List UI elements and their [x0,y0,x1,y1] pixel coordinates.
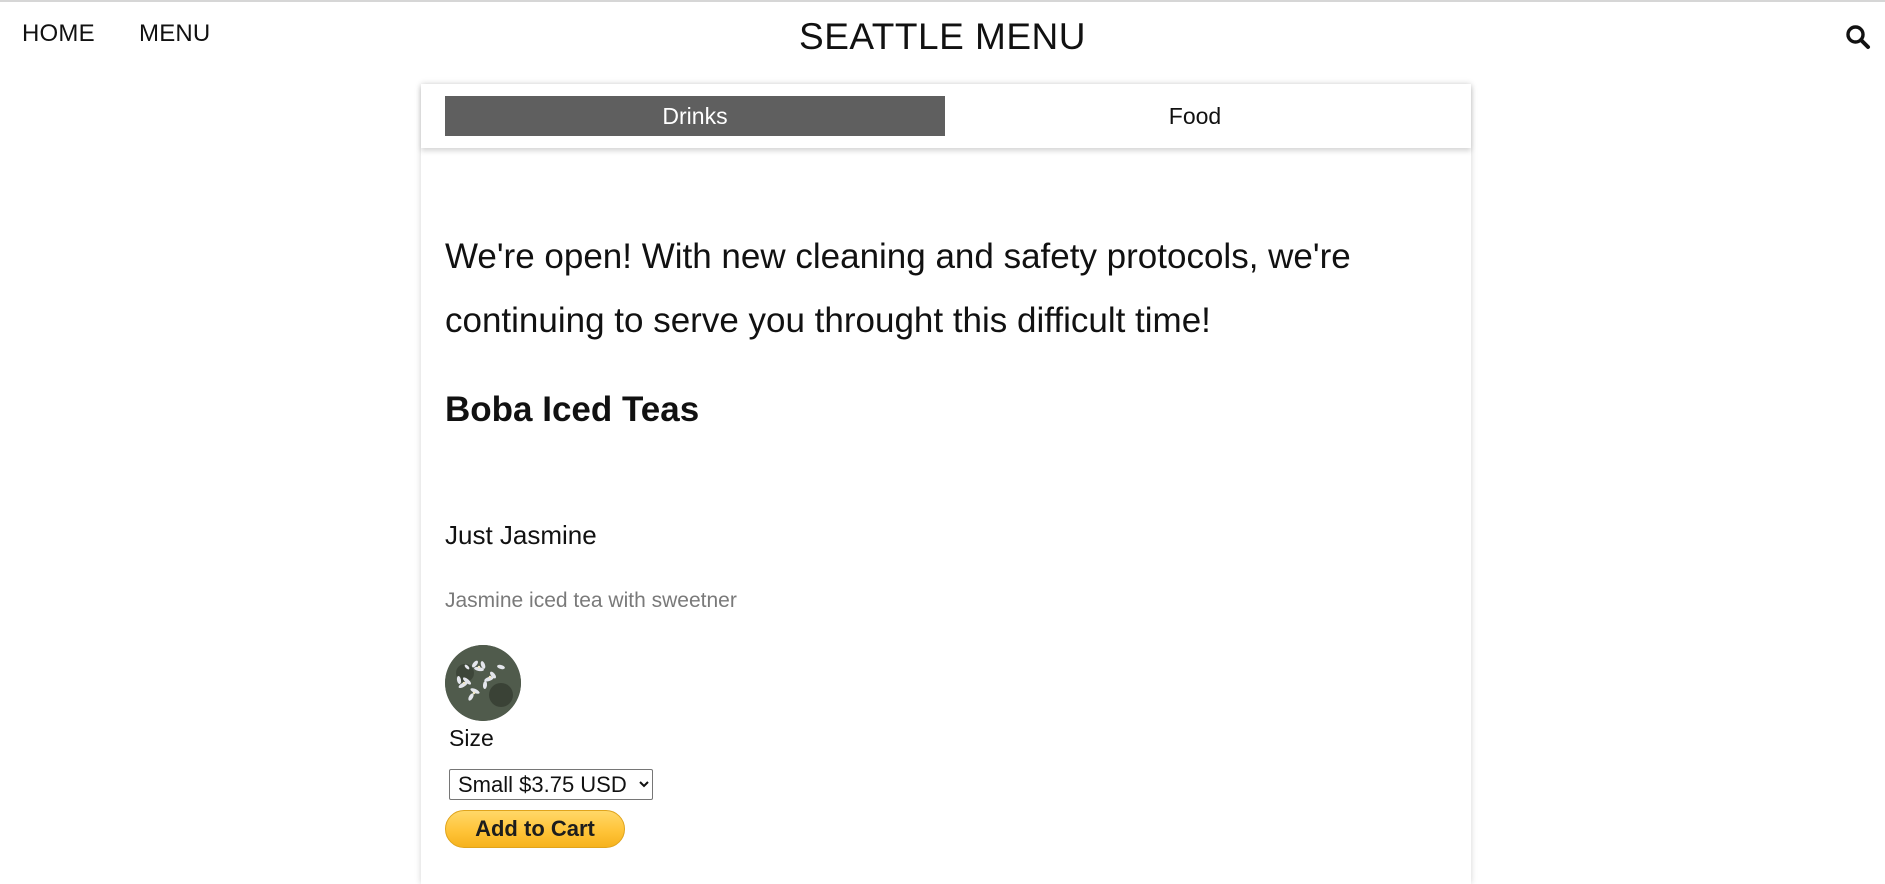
tab-food[interactable]: Food [945,96,1445,136]
add-to-cart-button[interactable]: Add to Cart [445,810,625,848]
site-header: HOME MENU SEATTLE MENU [0,2,1885,74]
size-label: Size [449,725,494,751]
item-name: Just Jasmine [445,520,597,550]
item-description: Jasmine iced tea with sweetner [445,589,737,612]
item-photo [445,645,521,721]
tab-drinks[interactable]: Drinks [445,96,945,136]
menu-panel: Drinks Food We're open! With new cleanin… [421,84,1471,884]
section-heading: Boba Iced Teas [445,390,700,429]
search-icon[interactable] [1845,24,1871,50]
menu-tabs: Drinks Food [421,84,1471,148]
open-announcement: We're open! With new cleaning and safety… [445,237,1351,340]
size-select[interactable]: Small $3.75 USD [449,769,653,800]
site-title: SEATTLE MENU [799,16,1086,57]
